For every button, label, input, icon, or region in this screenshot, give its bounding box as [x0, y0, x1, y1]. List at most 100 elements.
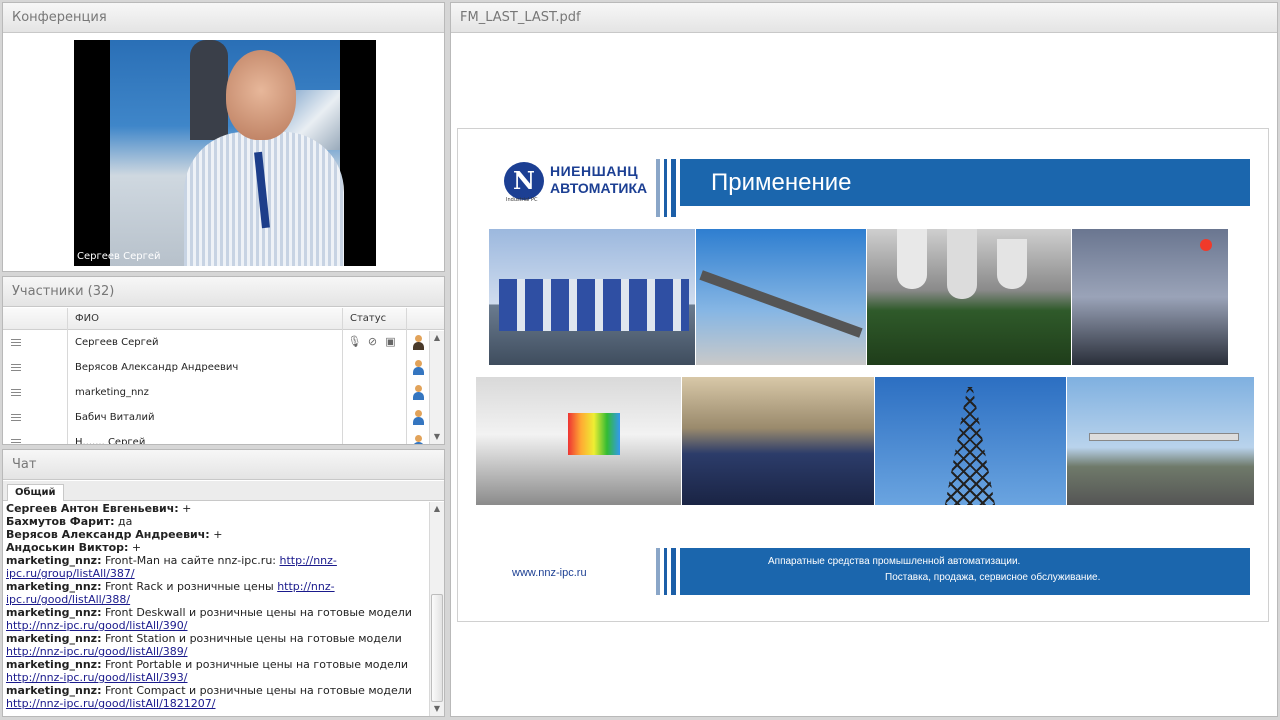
camera-icon[interactable]: ⊘	[365, 334, 380, 349]
chat-message: marketing_nnz: Front Deskwall и розничны…	[6, 606, 426, 632]
drag-handle-icon[interactable]	[11, 439, 21, 444]
participant-row[interactable]: Сергеев Сергей 🎙 ⊘ ▣	[3, 331, 428, 356]
chat-author: Сергеев Антон Евгеньевич:	[6, 502, 179, 515]
participants-scrollbar[interactable]: ▲ ▼	[429, 331, 444, 444]
slide-footer: Аппаратные средства промышленной автомат…	[680, 548, 1250, 595]
column-header-name[interactable]: ФИО	[75, 313, 99, 324]
chat-author: marketing_nnz:	[6, 658, 102, 671]
chat-messages: Сергеев Антон Евгеньевич: + Бахмутов Фари…	[3, 502, 429, 716]
chat-text: Front Station и розничные цены на готовы…	[101, 632, 402, 645]
chat-text: Front Rack и розничные цены	[101, 580, 278, 593]
photo-highway-gantry	[1067, 377, 1254, 505]
column-header-status[interactable]: Статус	[350, 313, 386, 324]
participant-name: Н....... Сергей	[75, 437, 146, 444]
photo-power-pylon	[875, 377, 1066, 505]
screen-off-icon[interactable]: ▣	[383, 334, 398, 349]
footer-stripes	[656, 548, 676, 595]
chat-link[interactable]: http://nnz-ipc.ru/good/listAll/393/	[6, 671, 188, 684]
scroll-up-icon[interactable]: ▲	[430, 331, 444, 345]
chat-message: Верясов Александр Андреевич: +	[6, 528, 426, 541]
photo-train-interior	[682, 377, 874, 505]
photo-railway-crossing	[1072, 229, 1228, 365]
video-feed[interactable]: Сергеев Сергей	[74, 40, 376, 266]
logo-mark: N	[504, 162, 544, 200]
mic-icon[interactable]: 🎙	[347, 334, 362, 349]
chat-link[interactable]: http://nnz-ipc.ru/good/listAll/389/	[6, 645, 188, 658]
chat-text: Front Compact и розничные цены на готовы…	[101, 684, 412, 697]
chat-text: Front-Man на сайте nnz-ipc.ru:	[101, 554, 280, 567]
chat-scrollbar[interactable]: ▲ ▼	[429, 502, 444, 716]
photo-monorail	[696, 229, 866, 365]
chat-scroll-thumb[interactable]	[431, 594, 443, 702]
chat-title: Чат	[3, 450, 444, 480]
presenter-icon[interactable]	[412, 334, 424, 351]
participant-row[interactable]: Н....... Сергей	[3, 431, 428, 444]
speaker-head	[226, 50, 296, 140]
chat-text: +	[128, 541, 142, 554]
photo-control-room	[476, 377, 681, 505]
participant-name: Бабич Виталий	[75, 412, 155, 423]
drag-handle-icon[interactable]	[11, 364, 21, 371]
user-icon[interactable]	[412, 384, 424, 401]
participant-name: Верясов Александр Андреевич	[75, 362, 239, 373]
participants-table-header: ФИО Статус	[3, 308, 444, 330]
scroll-up-icon[interactable]: ▲	[430, 502, 444, 516]
document-title: FM_LAST_LAST.pdf	[451, 3, 1277, 33]
chat-author: marketing_nnz:	[6, 554, 102, 567]
drag-handle-icon[interactable]	[11, 414, 21, 421]
chat-message: Сергеев Антон Евгеньевич: +	[6, 502, 426, 515]
document-pod: FM_LAST_LAST.pdf N НИЕНШАНЦ АВТОМАТИКА I…	[450, 2, 1278, 717]
chat-text: Front Deskwall и розничные цены на готов…	[101, 606, 412, 619]
logo-line2: АВТОМАТИКА	[550, 180, 648, 196]
chat-message: marketing_nnz: Front Portable и розничны…	[6, 658, 426, 684]
footer-line1: Аппаратные средства промышленной автомат…	[768, 556, 1021, 567]
chat-author: Андоськин Виктор:	[6, 541, 129, 554]
slide-heading: Применение	[680, 159, 1250, 206]
chat-message: marketing_nnz: Front Station и розничные…	[6, 632, 426, 658]
chat-author: marketing_nnz:	[6, 684, 102, 697]
chat-message: marketing_nnz: Front Rack и розничные це…	[6, 580, 426, 606]
conference-pod: Конференция Сергеев Сергей	[2, 2, 445, 272]
footer-line2: Поставка, продажа, сервисное обслуживани…	[885, 572, 1101, 583]
chat-author: marketing_nnz:	[6, 632, 102, 645]
photo-trucks	[489, 229, 695, 365]
chat-author: Верясов Александр Андреевич:	[6, 528, 210, 541]
drag-handle-icon[interactable]	[11, 389, 21, 396]
chat-message: Бахмутов Фарит: да	[6, 515, 426, 528]
background-person	[190, 40, 228, 140]
scroll-down-icon[interactable]: ▼	[430, 430, 444, 444]
user-icon[interactable]	[412, 434, 424, 444]
chat-text: +	[178, 502, 192, 515]
chat-tabbar: Общий	[3, 481, 444, 501]
drag-handle-icon[interactable]	[11, 339, 21, 346]
chat-message: marketing_nnz: Front Compact и розничные…	[6, 684, 426, 710]
chat-pod: Чат Общий Сергеев Антон Евгеньевич: + Бах…	[2, 449, 445, 717]
chat-author: Бахмутов Фарит:	[6, 515, 115, 528]
participant-row[interactable]: Верясов Александр Андреевич	[3, 356, 428, 381]
conference-title: Конференция	[3, 3, 444, 33]
chat-link[interactable]: http://nnz-ipc.ru/good/listAll/390/	[6, 619, 188, 632]
chat-message: marketing_nnz: Front-Man на сайте nnz-ip…	[6, 554, 426, 580]
participant-name: Сергеев Сергей	[75, 337, 159, 348]
scroll-down-icon[interactable]: ▼	[430, 702, 444, 716]
participant-row[interactable]: marketing_nnz	[3, 381, 428, 406]
chat-message: Андоськин Виктор: +	[6, 541, 426, 554]
participant-row[interactable]: Бабич Виталий	[3, 406, 428, 431]
video-background	[110, 40, 344, 266]
photo-microscope-pcb	[867, 229, 1071, 365]
chat-tab-general[interactable]: Общий	[7, 484, 64, 501]
user-icon[interactable]	[412, 359, 424, 376]
website-text: www.nnz-ipc.ru	[512, 567, 587, 579]
user-icon[interactable]	[412, 409, 424, 426]
chat-text: да	[114, 515, 133, 528]
presentation-slide: N НИЕНШАНЦ АВТОМАТИКА Industrial PC Прим…	[457, 128, 1269, 622]
chat-text: Front Portable и розничные цены на готов…	[101, 658, 409, 671]
logo-subtitle: Industrial PC	[506, 197, 538, 203]
participant-status: 🎙 ⊘ ▣	[347, 334, 401, 349]
header-stripes	[656, 159, 676, 217]
chat-author: marketing_nnz:	[6, 580, 102, 593]
logo-line1: НИЕНШАНЦ	[550, 163, 639, 179]
participants-list: Сергеев Сергей 🎙 ⊘ ▣ Верясов Александр Андре…	[3, 331, 428, 444]
participants-title: Участники (32)	[3, 277, 444, 307]
chat-link[interactable]: http://nnz-ipc.ru/good/listAll/1821207/	[6, 697, 216, 710]
